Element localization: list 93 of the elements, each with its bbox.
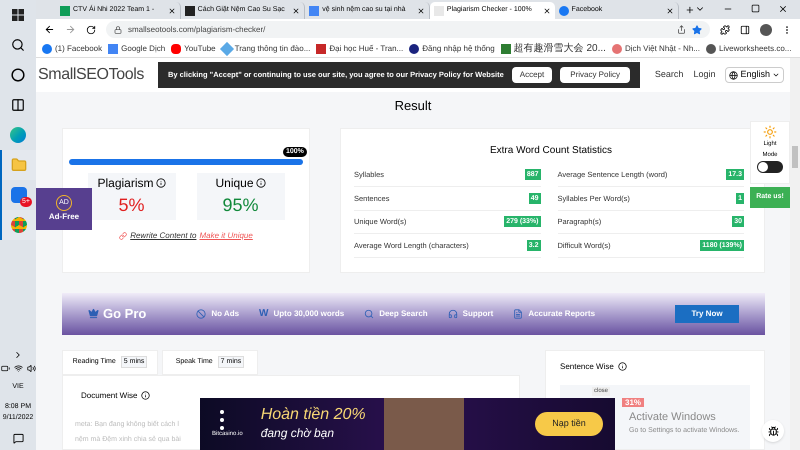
caret-icon xyxy=(772,71,780,79)
bookmark-link[interactable]: 超有趣滑雪大会 20... xyxy=(500,41,606,56)
mode-toggle[interactable] xyxy=(757,161,783,173)
favicon-icon xyxy=(558,6,569,16)
close-icon[interactable] xyxy=(168,6,176,14)
bookmark-link[interactable]: Liveworksheets.co... xyxy=(706,42,792,54)
feature-label: Upto 30,000 words xyxy=(274,308,344,320)
wifi-icon[interactable] xyxy=(14,364,22,372)
url-text: smallseotools.com/plagiarism-checker/ xyxy=(128,24,266,36)
ad-subline: đang chờ bạn xyxy=(260,425,335,442)
scrollbar[interactable] xyxy=(790,58,800,450)
nav-link[interactable]: Login xyxy=(693,68,716,82)
close-icon[interactable] xyxy=(778,4,788,14)
bookmark-link[interactable]: Dịch Việt Nhật - Nh... xyxy=(612,42,700,54)
bug-icon xyxy=(768,426,778,436)
forward-icon[interactable] xyxy=(65,24,76,35)
info-icon[interactable] xyxy=(156,178,166,188)
ad-free-label: Ad-Free xyxy=(48,211,80,223)
make-unique-link[interactable]: Make it Unique xyxy=(199,230,253,242)
result-title: Result xyxy=(394,97,432,115)
info-icon[interactable] xyxy=(141,391,150,400)
maximize-icon[interactable] xyxy=(750,4,760,13)
volume-icon[interactable] xyxy=(26,364,36,372)
score-label: Unique xyxy=(215,174,254,192)
bookmark-link[interactable]: YouTube xyxy=(171,42,216,54)
nav-link[interactable]: Search xyxy=(654,68,684,82)
extensions-icon[interactable] xyxy=(720,24,730,34)
close-icon[interactable] xyxy=(542,6,551,14)
cookie-button[interactable]: Accept xyxy=(512,67,552,83)
bookmark-link[interactable]: Đăng nhập hệ thống xyxy=(409,42,495,54)
favicon-icon xyxy=(184,6,195,16)
rewrite-text: Rewrite Content to xyxy=(130,230,196,242)
favicon-icon xyxy=(60,6,70,16)
bookmark-link[interactable]: Trang thông tin đào... xyxy=(222,42,310,54)
reload-icon[interactable] xyxy=(86,24,96,34)
search-icon xyxy=(364,308,374,318)
bookmark-link[interactable]: Google Dịch xyxy=(108,42,166,54)
favicon-icon xyxy=(500,44,511,54)
try-now-button[interactable]: Try Now xyxy=(675,304,739,322)
no-ads-icon xyxy=(196,308,206,318)
document-icon xyxy=(513,308,524,318)
new-tab-icon[interactable] xyxy=(685,5,695,15)
sentence-title: Sentence Wise xyxy=(560,360,614,372)
words-icon: W xyxy=(259,306,268,321)
favicon-icon xyxy=(108,44,118,54)
back-icon[interactable] xyxy=(44,24,55,35)
address-bar[interactable]: smallseotools.com/plagiarism-checker/ xyxy=(106,21,710,38)
document-title: Document Wise xyxy=(81,390,138,402)
favicon-icon xyxy=(309,6,320,16)
percent-badge: 31% xyxy=(622,398,644,406)
score-label: Plagiarism xyxy=(97,174,154,192)
battery-icon[interactable] xyxy=(0,364,10,372)
go-pro-title: Go Pro xyxy=(103,304,146,323)
side-panel-icon[interactable] xyxy=(740,24,750,34)
crown-icon xyxy=(88,308,99,319)
score-value: 95% xyxy=(222,194,259,216)
stats-title: Extra Word Count Statistics xyxy=(488,144,614,158)
top-up-button[interactable]: Nạp tiền xyxy=(535,412,603,436)
lock-icon xyxy=(114,26,122,34)
language-select[interactable]: English xyxy=(725,67,784,83)
info-icon[interactable] xyxy=(618,362,627,371)
headphones-icon xyxy=(448,308,458,318)
cookie-button[interactable]: Privacy Policy xyxy=(560,67,630,83)
close-icon[interactable] xyxy=(666,6,674,14)
link-icon xyxy=(119,232,128,240)
bookmark-link[interactable]: (1) Facebook xyxy=(42,42,102,54)
score-value: 5% xyxy=(118,194,144,216)
bug-report-button[interactable] xyxy=(762,420,784,442)
share-icon[interactable] xyxy=(677,25,686,34)
globe-icon xyxy=(729,70,738,80)
favicon-icon xyxy=(612,44,622,54)
bookmark-star-icon[interactable] xyxy=(692,24,702,34)
folder-icon[interactable] xyxy=(0,150,36,180)
ad-headline: Hoàn tiền 20% xyxy=(260,406,366,424)
profile-avatar[interactable] xyxy=(760,24,772,36)
close-icon[interactable] xyxy=(416,6,425,14)
feature-label: No Ads xyxy=(211,308,240,320)
info-icon[interactable] xyxy=(256,178,266,188)
favicon-icon xyxy=(316,44,326,54)
scrollbar-thumb[interactable] xyxy=(792,146,798,168)
close-icon[interactable] xyxy=(292,6,300,14)
bookmark-link[interactable]: Đại học Huế - Tran... xyxy=(316,42,404,54)
favicon-icon xyxy=(706,44,716,54)
favicon-icon xyxy=(42,44,52,54)
notification-icon[interactable] xyxy=(12,433,24,444)
feature-label: Support xyxy=(462,308,494,320)
favicon-icon xyxy=(409,44,420,54)
feature-label: Deep Search xyxy=(379,308,428,320)
feature-label: Accurate Reports xyxy=(528,308,596,320)
sun-icon xyxy=(763,125,777,139)
favicon-icon xyxy=(171,44,182,54)
activation-title: Activate Windows xyxy=(629,410,717,425)
site-logo[interactable]: SmallSEOTools xyxy=(38,63,144,87)
